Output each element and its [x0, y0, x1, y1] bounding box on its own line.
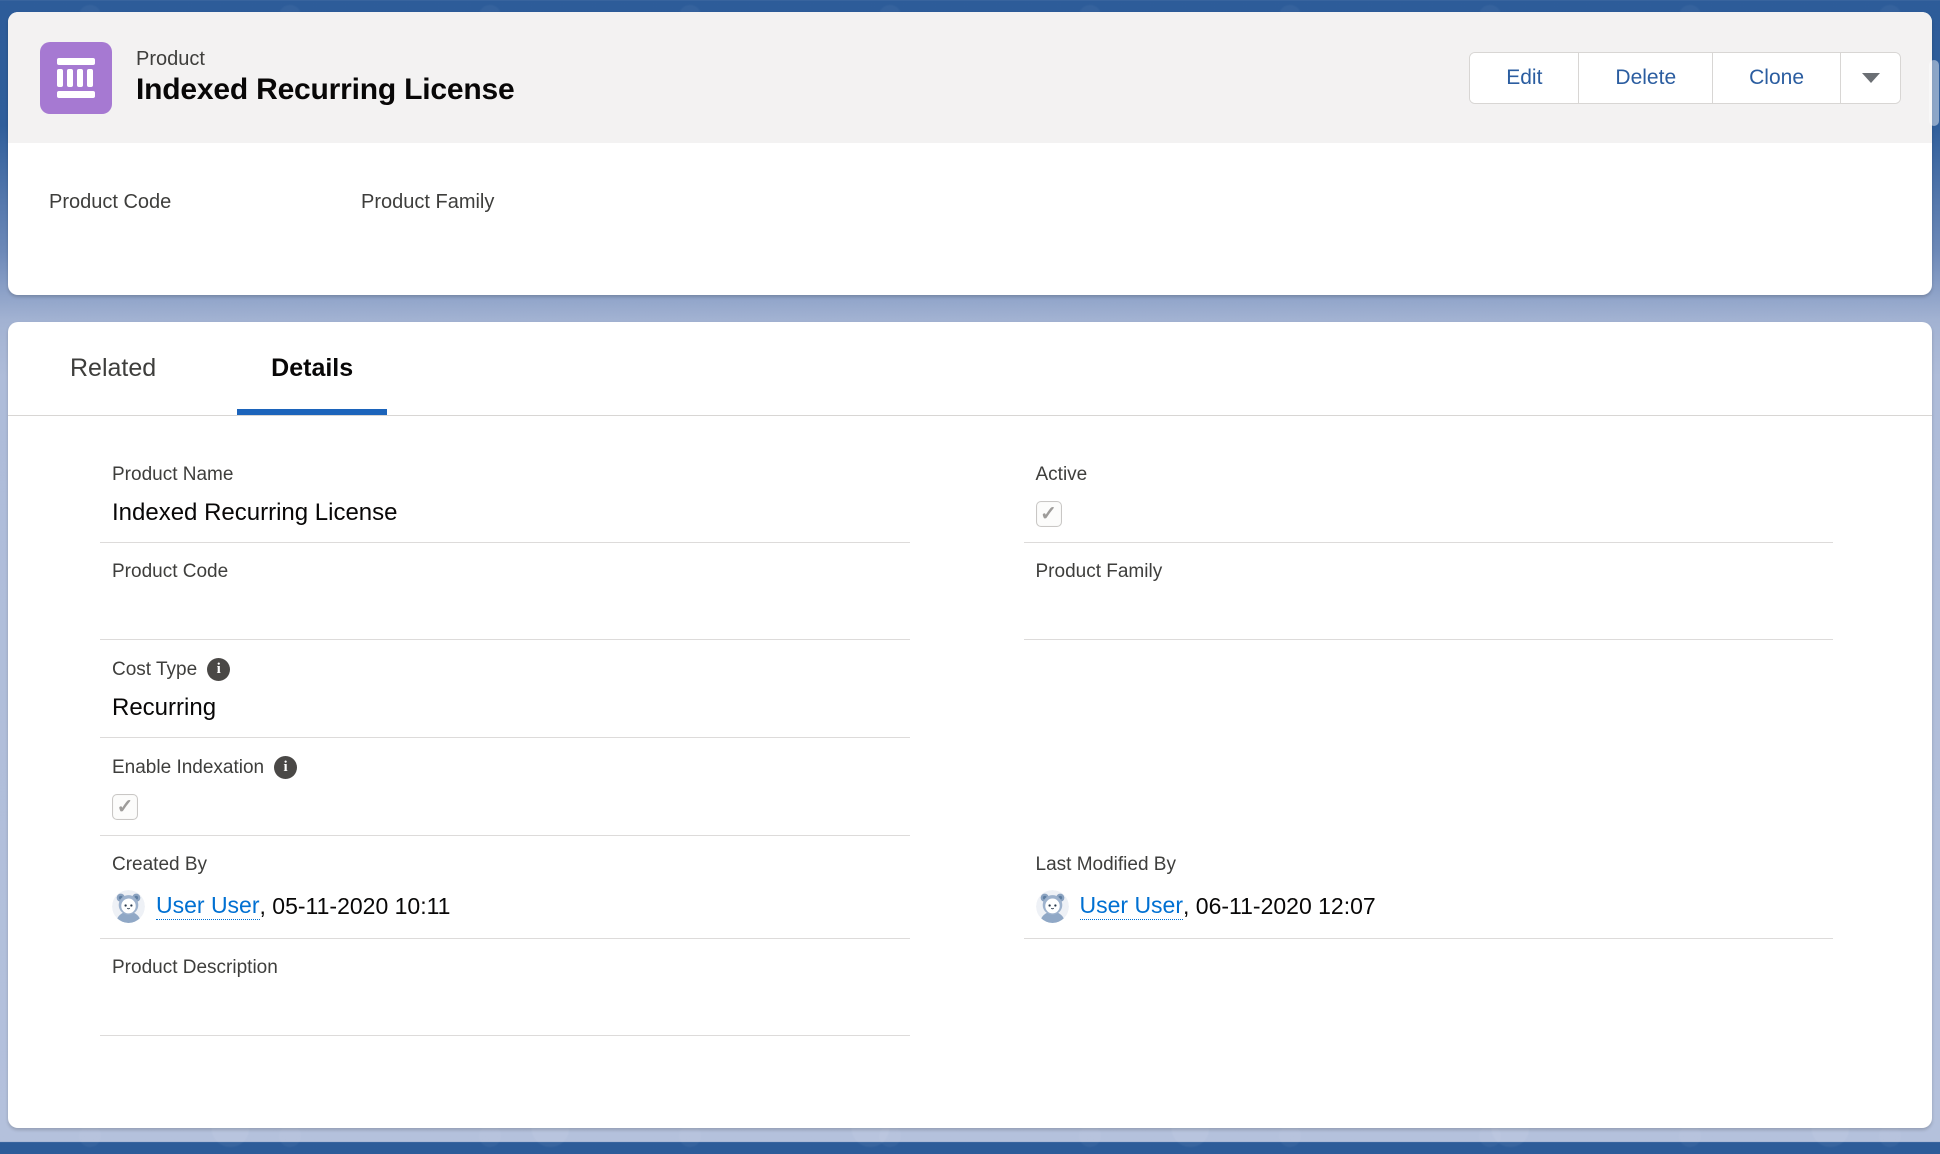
- field-label: Active: [1036, 464, 1834, 486]
- field-enable-indexation: Enable Indexation: [100, 738, 910, 836]
- record-header: Product Indexed Recurring License Edit D…: [8, 12, 1932, 143]
- page-title: Indexed Recurring License: [136, 71, 1469, 109]
- record-detail-card: Related Details Product Name Indexed Rec…: [8, 322, 1932, 1128]
- field-label: Product Family: [361, 191, 673, 214]
- field-label: Cost Type: [112, 659, 197, 681]
- record-title-block: Product Indexed Recurring License: [136, 47, 1469, 109]
- entity-label: Product: [136, 47, 1469, 71]
- info-icon[interactable]: [207, 658, 230, 681]
- avatar: [1036, 890, 1069, 923]
- product-icon: [40, 42, 112, 114]
- avatar: [112, 890, 145, 923]
- field-label: Created By: [112, 854, 910, 876]
- field-cost-type: Cost Type Recurring: [100, 640, 910, 738]
- last-modified-datetime: , 06-11-2020 12:07: [1183, 893, 1376, 920]
- field-label: Product Family: [1036, 561, 1834, 583]
- page-scrollbar-thumb[interactable]: [1929, 60, 1939, 126]
- field-label: Last Modified By: [1036, 854, 1834, 876]
- clone-button[interactable]: Clone: [1712, 53, 1840, 103]
- field-value: [112, 595, 910, 625]
- field-label: Enable Indexation: [112, 757, 264, 779]
- field-value: [1036, 595, 1834, 625]
- field-product-code: Product Code: [100, 543, 910, 640]
- record-tabs: Related Details: [8, 322, 1932, 416]
- info-icon[interactable]: [274, 756, 297, 779]
- field-label: Product Description: [112, 957, 910, 979]
- field-product-family: Product Family: [1024, 543, 1834, 640]
- empty-cell: [1024, 640, 1834, 738]
- record-actions: Edit Delete Clone: [1469, 52, 1901, 104]
- last-modified-by-user-link[interactable]: User User: [1080, 892, 1184, 920]
- record-header-card: Product Indexed Recurring License Edit D…: [8, 12, 1932, 295]
- empty-cell: [1024, 738, 1834, 836]
- field-label: Product Code: [112, 561, 910, 583]
- field-product-description: Product Description: [100, 939, 910, 1036]
- field-value: Indexed Recurring License: [112, 498, 910, 528]
- highlight-field-product-family: Product Family: [361, 191, 673, 244]
- field-created-by: Created By User User, 05-11-2020 10:11: [100, 836, 910, 939]
- created-by-user-link[interactable]: User User: [156, 892, 260, 920]
- created-datetime: , 05-11-2020 10:11: [260, 893, 451, 920]
- field-last-modified-by: Last Modified By User User, 06-11-2020 1…: [1024, 836, 1834, 939]
- tab-related[interactable]: Related: [36, 322, 190, 415]
- delete-button[interactable]: Delete: [1578, 53, 1712, 103]
- field-value: [361, 214, 673, 244]
- details-field-grid: Product Name Indexed Recurring License A…: [100, 416, 1833, 1036]
- empty-cell: [1024, 939, 1834, 1036]
- tab-details[interactable]: Details: [237, 322, 387, 415]
- field-product-name: Product Name Indexed Recurring License: [100, 446, 910, 543]
- field-value: Recurring: [112, 693, 910, 723]
- field-active: Active: [1024, 446, 1834, 543]
- chevron-down-icon: [1862, 73, 1880, 83]
- field-label: Product Code: [49, 191, 361, 214]
- highlight-field-product-code: Product Code: [49, 191, 361, 244]
- field-value: [112, 991, 910, 1021]
- more-actions-button[interactable]: [1840, 53, 1900, 103]
- highlights-panel: Product Code Product Family: [8, 143, 1932, 244]
- active-checkbox: [1036, 501, 1062, 527]
- field-value: [49, 214, 361, 244]
- edit-button[interactable]: Edit: [1470, 53, 1578, 103]
- field-label: Product Name: [112, 464, 910, 486]
- enable-indexation-checkbox: [112, 794, 138, 820]
